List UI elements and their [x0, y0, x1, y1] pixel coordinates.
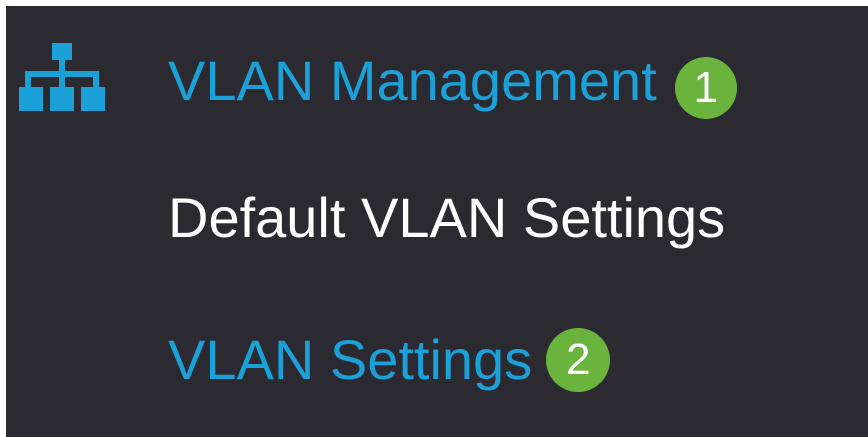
sidebar-item-label: Default VLAN Settings — [168, 186, 726, 249]
sidebar-item-vlan-settings[interactable]: VLAN Settings 2 — [168, 320, 611, 400]
sidebar-menu: VLAN Management 1 Default VLAN Settings … — [6, 6, 868, 437]
network-topology-icon — [19, 43, 105, 111]
sidebar-item-default-vlan-settings[interactable]: Default VLAN Settings — [168, 182, 725, 254]
step-badge-2: 2 — [546, 328, 611, 392]
sidebar-section-vlan-management[interactable]: VLAN Management 1 — [168, 36, 737, 126]
sidebar-section-label: VLAN Management — [168, 49, 657, 112]
sidebar-item-label: VLAN Settings — [168, 328, 533, 391]
step-badge-1: 1 — [674, 57, 737, 119]
